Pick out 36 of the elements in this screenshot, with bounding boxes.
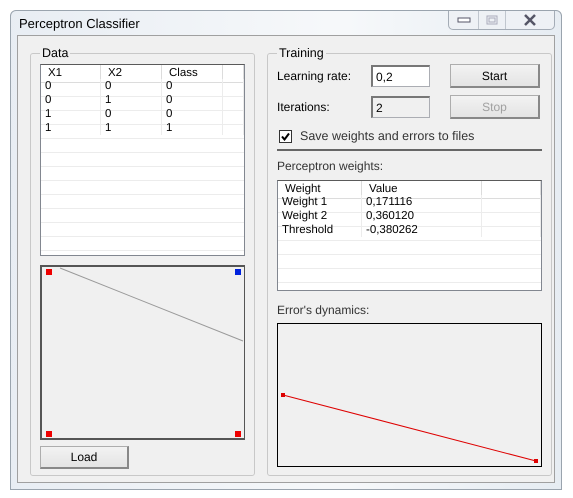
table-cell: 1 (101, 93, 162, 107)
table-cell: 1 (101, 121, 162, 135)
data-point (46, 269, 52, 275)
table-cell: -0,380262 (362, 223, 482, 237)
group-title: Data (41, 46, 70, 60)
table-cell: 0 (162, 107, 223, 121)
load-button[interactable]: Load (40, 446, 129, 469)
table-cell: 0 (101, 79, 162, 93)
table-cell: 0,171116 (362, 195, 482, 209)
table-cell: Weight 2 (278, 209, 362, 223)
table-cell: 0,360120 (362, 209, 482, 223)
table-cell: Weight 1 (278, 195, 362, 209)
table-cell: 0 (162, 79, 223, 93)
checkbox-label[interactable]: Save weights and errors to files (300, 129, 474, 143)
table-cell: 0 (162, 93, 223, 107)
window-title: Perceptron Classifier (18, 16, 140, 30)
table-cell: 0 (41, 79, 101, 93)
group-title: Training (278, 46, 325, 60)
data-point (235, 431, 241, 437)
table-cell: Threshold (278, 223, 362, 237)
learning-rate-field[interactable]: 0,2 (371, 65, 430, 87)
data-point (235, 269, 241, 275)
checkbox[interactable] (279, 130, 292, 142)
start-button[interactable]: Start (450, 64, 540, 88)
table-cell: 1 (41, 107, 101, 121)
table-cell: 1 (162, 121, 223, 135)
field-label: Iterations: (277, 100, 331, 114)
section-label: Perceptron weights: (277, 159, 384, 173)
data-point (46, 431, 52, 437)
close-icon[interactable] (523, 14, 537, 26)
table-cell: 0 (101, 107, 162, 121)
minimize-icon[interactable] (456, 17, 470, 23)
table-cell: 1 (41, 121, 101, 135)
table-cell: 0 (41, 93, 101, 107)
section-label: Error's dynamics: (277, 303, 370, 317)
field-label: Learning rate: (277, 69, 352, 83)
